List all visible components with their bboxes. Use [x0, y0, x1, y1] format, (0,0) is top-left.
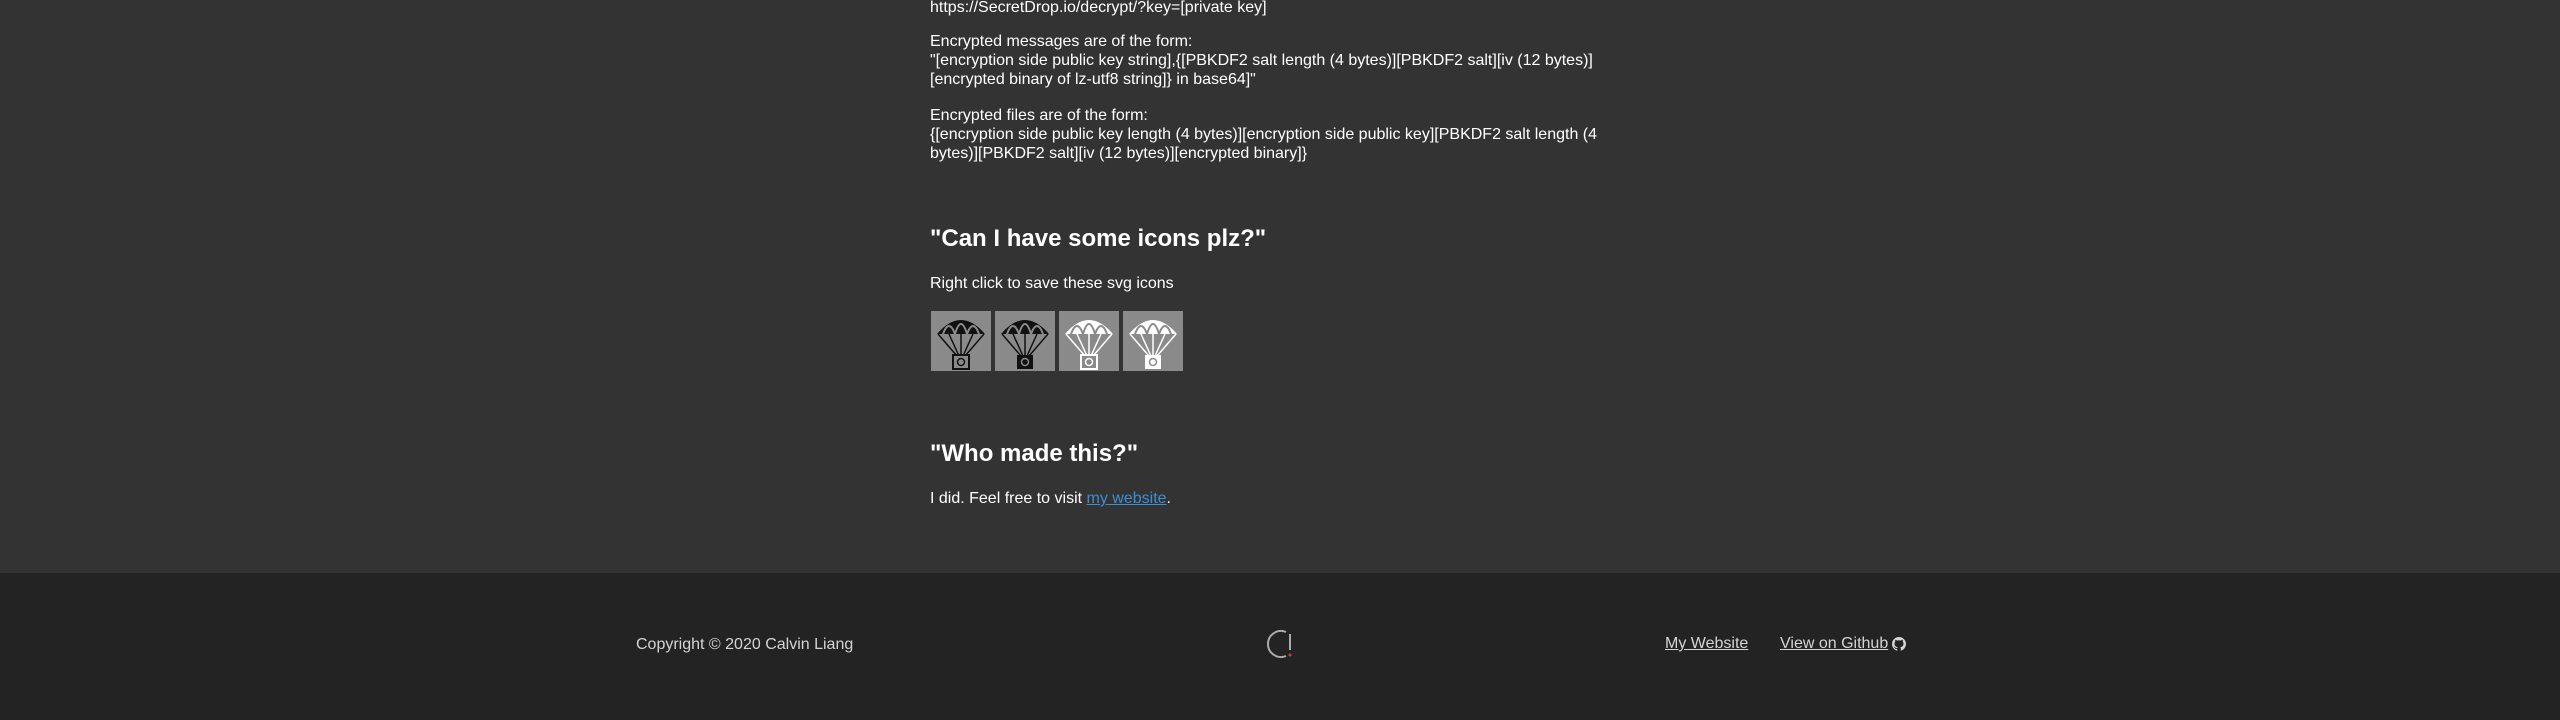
- copyright-text: Copyright © 2020 Calvin Liang: [636, 636, 854, 653]
- footer-github-link[interactable]: View on Github: [1780, 635, 1907, 653]
- footer-my-website-label: My Website: [1665, 635, 1749, 652]
- messages-intro: Encrypted messages are of the form:: [930, 33, 1193, 50]
- my-website-link[interactable]: my website: [1087, 490, 1167, 507]
- footer: Copyright © 2020 Calvin Liang My Website…: [0, 573, 2560, 720]
- footer-my-website-link[interactable]: My Website: [1665, 635, 1748, 653]
- parachute-icon-black-solid[interactable]: [995, 311, 1055, 371]
- decrypt-url-text: https://SecretDrop.io/decrypt/?key=[priv…: [930, 0, 1267, 16]
- parachute-icon: [1001, 320, 1049, 369]
- who-text-before: I did. Feel free to visit: [930, 490, 1087, 507]
- files-intro: Encrypted files are of the form:: [930, 107, 1148, 124]
- parachute-icon-white-outline[interactable]: [1059, 311, 1119, 371]
- main-content-area: https://SecretDrop.io/decrypt/?key=[priv…: [0, 0, 2560, 573]
- messages-format: "[encryption side public key string],{[P…: [930, 52, 1593, 88]
- who-text: I did. Feel free to visit my website.: [930, 489, 1171, 508]
- footer-github-label: View on Github: [1780, 635, 1889, 652]
- c-bang-logo-icon[interactable]: [1262, 626, 1298, 662]
- github-icon: [1892, 637, 1907, 651]
- parachute-icon: [1065, 320, 1113, 370]
- icons-description: Right click to save these svg icons: [930, 275, 1174, 292]
- icons-heading: "Can I have some icons plz?": [930, 225, 1267, 252]
- files-format-block: Encrypted files are of the form: {[encry…: [930, 106, 1610, 163]
- messages-format-block: Encrypted messages are of the form: "[en…: [930, 32, 1610, 89]
- parachute-icon-black-outline[interactable]: [931, 311, 991, 371]
- icons-row: [931, 311, 1183, 371]
- parachute-icon: [937, 320, 985, 370]
- who-text-after: .: [1166, 490, 1171, 507]
- files-format: {[encryption side public key length (4 b…: [930, 126, 1598, 162]
- parachute-icon-white-solid[interactable]: [1123, 311, 1183, 371]
- parachute-icon: [1129, 320, 1177, 369]
- who-heading: "Who made this?": [930, 440, 1139, 467]
